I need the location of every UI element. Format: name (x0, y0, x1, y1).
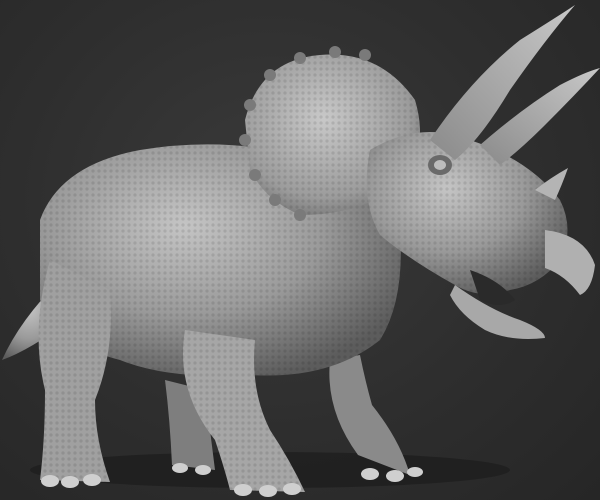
beak (545, 230, 595, 295)
triceratops-render (2, 5, 600, 497)
viewport (0, 0, 600, 500)
